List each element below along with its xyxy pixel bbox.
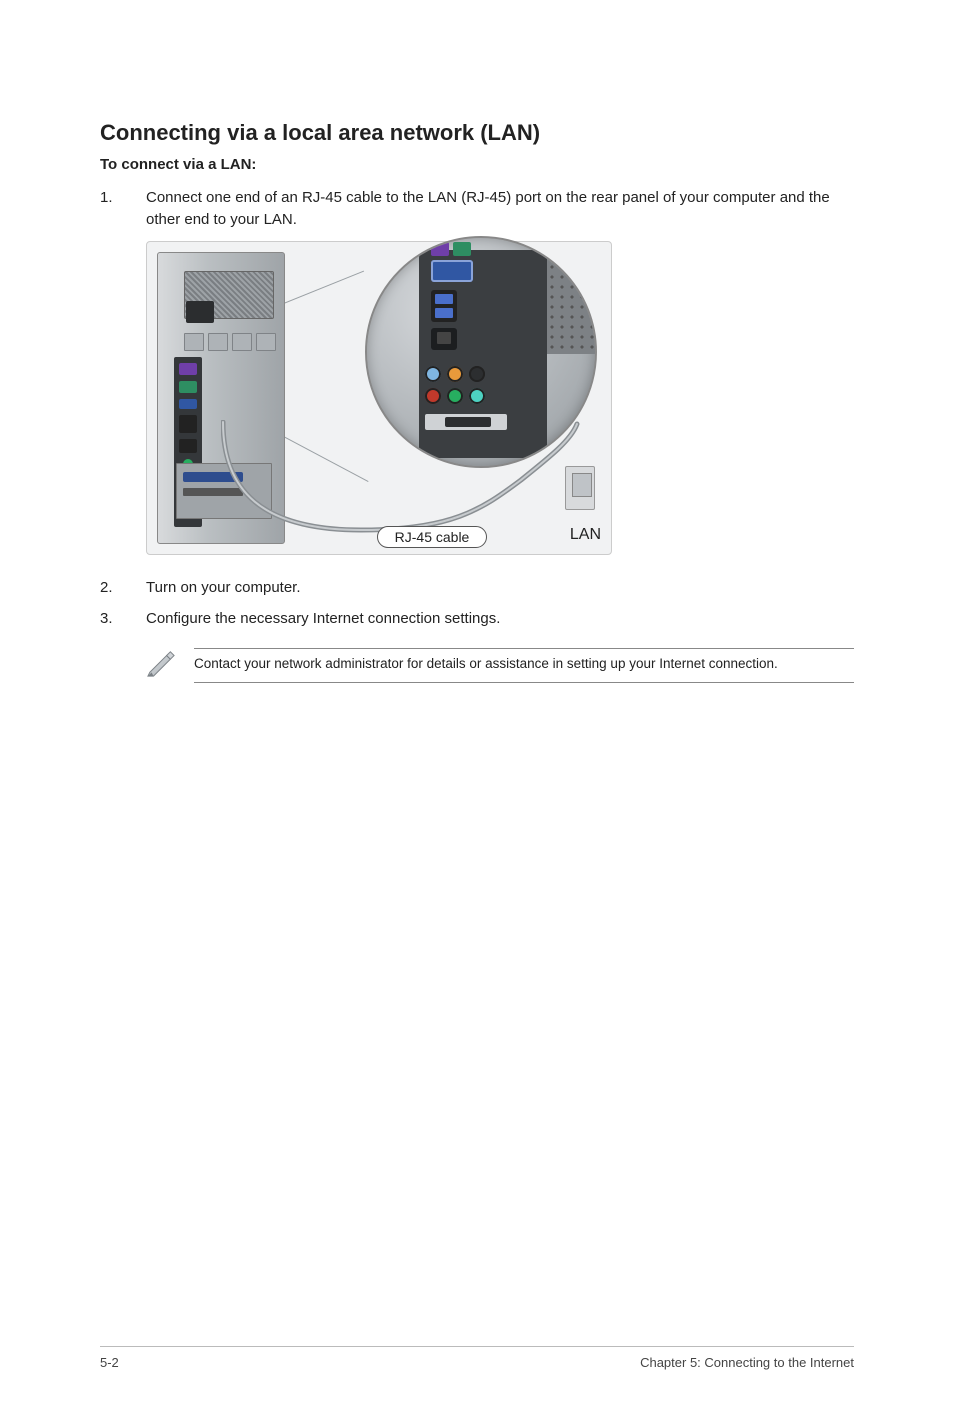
- step-item: 3. Configure the necessary Internet conn…: [100, 608, 854, 630]
- lan-label: LAN: [570, 526, 601, 544]
- page-number: 5-2: [100, 1355, 119, 1370]
- computer-tower: [157, 252, 285, 544]
- page: Connecting via a local area network (LAN…: [0, 0, 954, 1418]
- lan-port-icon: [431, 328, 457, 350]
- lan-wall-jack-icon: [565, 466, 595, 510]
- audio-jacks-icon: [425, 388, 485, 404]
- note-pencil-icon: [146, 648, 176, 678]
- step-text: Configure the necessary Internet connect…: [146, 608, 854, 630]
- vga-port-icon: [431, 260, 473, 282]
- graphics-card-icon: [176, 463, 272, 519]
- page-footer: 5-2 Chapter 5: Connecting to the Interne…: [100, 1346, 854, 1370]
- zoom-circle: [365, 236, 597, 468]
- step-item: 2. Turn on your computer.: [100, 577, 854, 599]
- step-number: 3.: [100, 608, 146, 630]
- section-subheading: To connect via a LAN:: [100, 156, 854, 173]
- note-text: Contact your network administrator for d…: [194, 648, 854, 683]
- power-socket-icon: [186, 301, 214, 323]
- figure-container: RJ-45 cable LAN: [146, 241, 854, 555]
- ps2-port-icon: [453, 242, 471, 256]
- ps2-port-icon: [431, 242, 449, 256]
- expansion-slots-icon: [184, 333, 276, 351]
- step-text: Turn on your computer.: [146, 577, 854, 599]
- rj45-cable-label: RJ-45 cable: [377, 526, 487, 548]
- section-heading: Connecting via a local area network (LAN…: [100, 120, 854, 146]
- step-item: 1. Connect one end of an RJ-45 cable to …: [100, 187, 854, 231]
- hdmi-port-icon: [425, 414, 507, 430]
- rear-panel-illustration: RJ-45 cable LAN: [146, 241, 612, 555]
- chapter-title: Chapter 5: Connecting to the Internet: [640, 1355, 854, 1370]
- note-block: Contact your network administrator for d…: [100, 648, 854, 683]
- step-number: 2.: [100, 577, 146, 599]
- usb-ports-icon: [431, 290, 457, 322]
- step-number: 1.: [100, 187, 146, 231]
- step-text: Connect one end of an RJ-45 cable to the…: [146, 187, 854, 231]
- audio-jacks-icon: [425, 366, 485, 382]
